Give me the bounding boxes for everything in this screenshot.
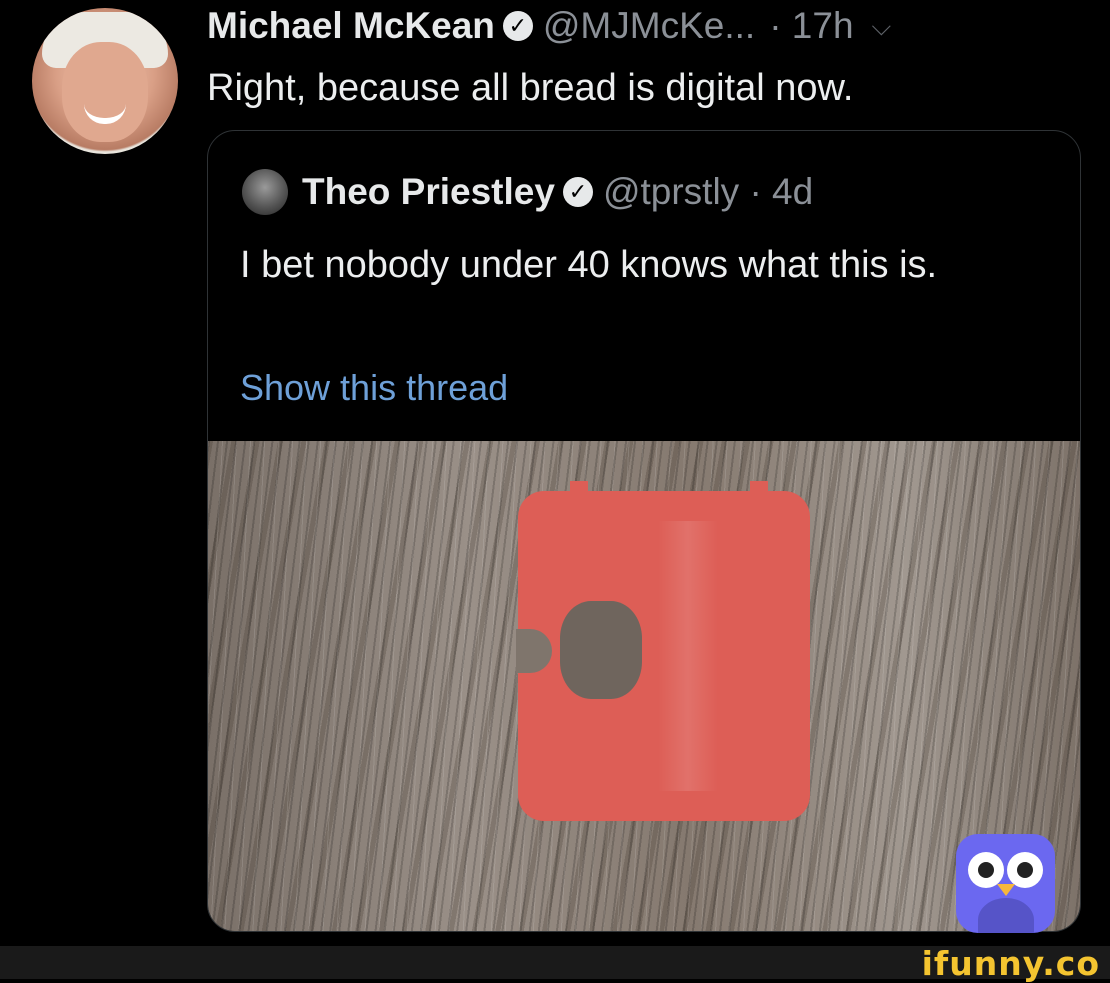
chevron-down-icon[interactable]: ⌵ bbox=[872, 4, 892, 48]
tweet-time[interactable]: · 17h bbox=[769, 4, 853, 48]
quoted-author-name: Theo Priestley bbox=[302, 171, 555, 212]
owl-eye-right bbox=[1007, 852, 1043, 888]
bread-clip-image bbox=[516, 481, 810, 821]
clip-tab-right bbox=[750, 481, 768, 495]
owl-belly bbox=[978, 898, 1034, 933]
author-avatar[interactable] bbox=[32, 8, 178, 154]
owl-eye-left bbox=[968, 852, 1004, 888]
quoted-tweet-text: I bet nobody under 40 knows what this is… bbox=[240, 244, 938, 286]
clip-notch bbox=[516, 629, 552, 673]
show-thread-link[interactable]: Show this thread bbox=[240, 367, 508, 409]
quoted-tweet-card[interactable]: Theo Priestley ✓ @tprstly · 4d I bet nob… bbox=[207, 130, 1081, 932]
quoted-tweet-header: Theo Priestley ✓ @tprstly · 4d bbox=[242, 169, 813, 215]
tweet-header: Michael McKean ✓ @MJMcKe... · 17h ⌵ bbox=[207, 4, 891, 48]
quoted-handle-time: @tprstly · 4d bbox=[602, 171, 814, 212]
tweet-text: Right, because all bread is digital now. bbox=[207, 67, 854, 109]
clip-tab-left bbox=[570, 481, 588, 495]
clip-shine bbox=[658, 521, 718, 791]
avatar-face bbox=[62, 42, 148, 142]
tweet-photo[interactable] bbox=[208, 441, 1080, 931]
quoted-author-avatar bbox=[242, 169, 288, 215]
ifunny-owl-logo bbox=[956, 834, 1055, 933]
ifunny-watermark: ifunny.co bbox=[921, 944, 1100, 983]
author-handle[interactable]: @MJMcKe... bbox=[543, 4, 755, 48]
owl-beak bbox=[997, 884, 1015, 896]
verified-badge-icon: ✓ bbox=[562, 177, 593, 207]
verified-badge-icon: ✓ bbox=[502, 11, 533, 41]
clip-hole bbox=[560, 601, 642, 699]
author-name[interactable]: Michael McKean bbox=[207, 4, 495, 48]
